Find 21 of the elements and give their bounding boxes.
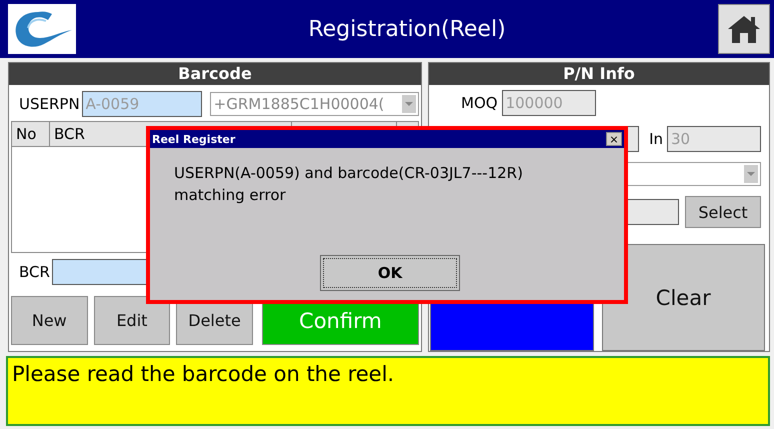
home-icon bbox=[726, 13, 762, 45]
action-button[interactable]: Edit bbox=[94, 296, 170, 345]
panel-header: Barcode bbox=[9, 63, 421, 85]
bcr-label: BCR bbox=[19, 263, 50, 281]
action-button[interactable]: New bbox=[11, 296, 88, 345]
window-title: Registration(Reel) bbox=[307, 16, 507, 42]
status-message: Please read the barcode on the reel. bbox=[6, 356, 770, 426]
clear-button[interactable]: Clear bbox=[602, 244, 765, 351]
moq-label: MOQ bbox=[461, 94, 498, 112]
dialog-message: USERPN(A-0059) and barcode(CR-03JL7---12R) matching error bbox=[174, 163, 524, 206]
ok-button[interactable]: OK bbox=[320, 255, 460, 291]
close-button[interactable]: × bbox=[606, 132, 622, 146]
panel-header: P/N Info bbox=[429, 63, 769, 85]
select-button[interactable]: Select bbox=[685, 196, 761, 228]
in-label: In bbox=[649, 130, 663, 148]
home-button[interactable] bbox=[718, 4, 770, 54]
dialog-title: Reel Register bbox=[152, 132, 236, 146]
table-header-cell: No bbox=[12, 122, 50, 146]
part-number-dropdown[interactable]: +GRM1885C1H00004( bbox=[210, 92, 419, 116]
logo-drawing bbox=[8, 4, 76, 54]
userpn-label: USERPN bbox=[19, 95, 80, 113]
